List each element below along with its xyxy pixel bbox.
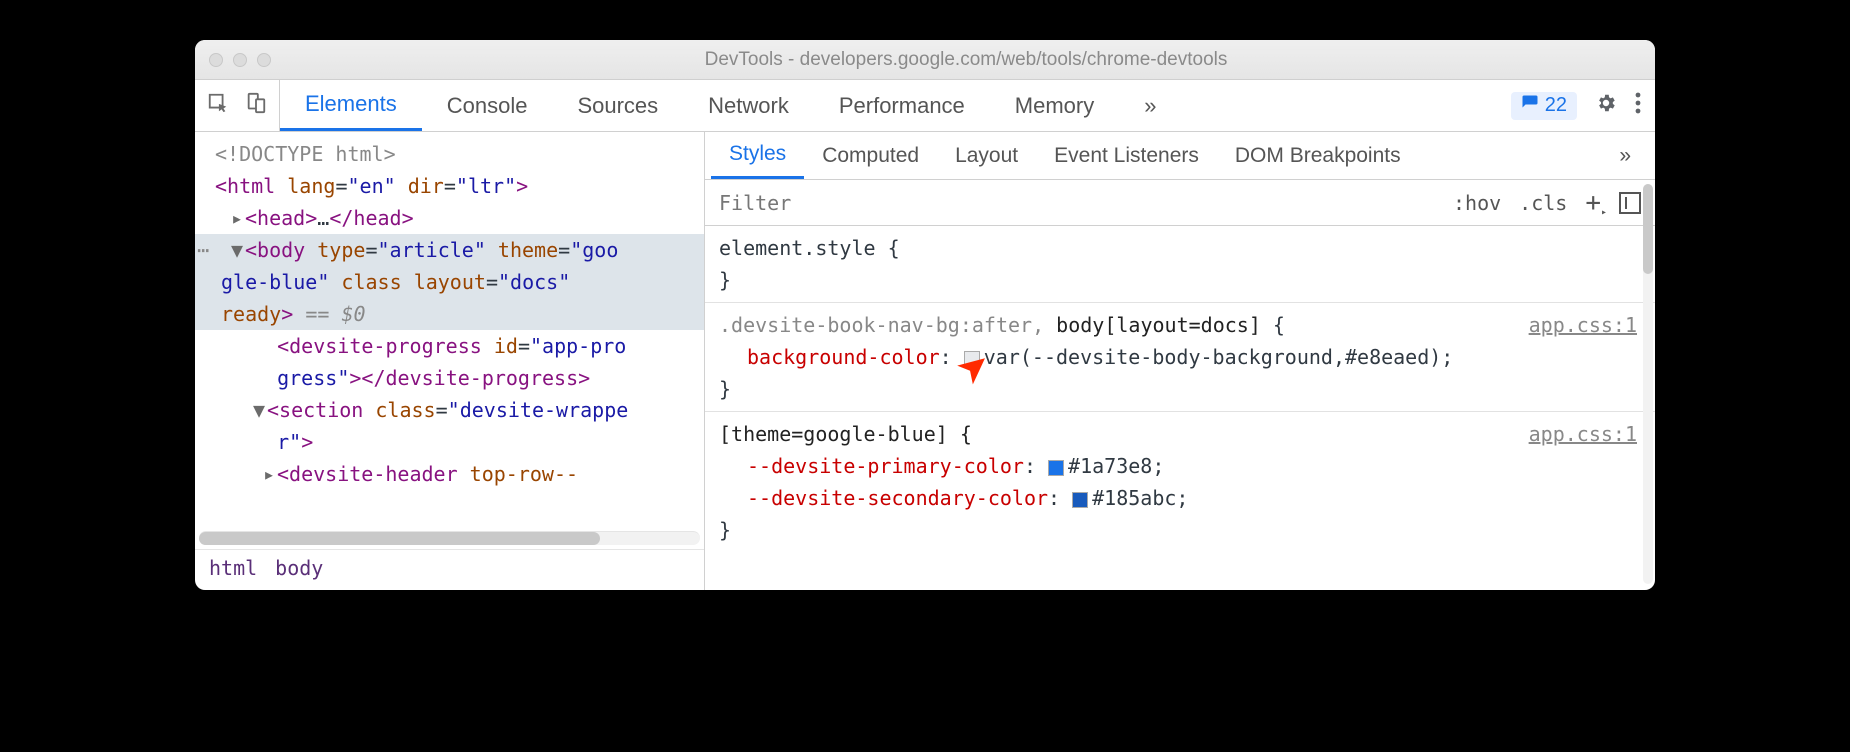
inspect-element-icon[interactable] — [207, 92, 229, 120]
rule-element-style[interactable]: element.style { } — [705, 226, 1655, 303]
doctype-node[interactable]: <!DOCTYPE html> — [215, 142, 396, 166]
close-dot[interactable] — [209, 53, 223, 67]
tab-dom-breakpoints[interactable]: DOM Breakpoints — [1217, 132, 1419, 179]
devsite-header-node[interactable]: ▸<devsite-header top-row-- — [195, 458, 704, 490]
titlebar: DevTools - developers.google.com/web/too… — [195, 40, 1655, 80]
window-traffic-lights[interactable] — [209, 53, 271, 67]
tab-memory[interactable]: Memory — [990, 80, 1119, 131]
elements-tree-pane: <!DOCTYPE html> <html lang="en" dir="ltr… — [195, 132, 705, 590]
breadcrumb-html[interactable]: html — [209, 556, 257, 580]
rule-body-layout-docs[interactable]: app.css:1 .devsite-book-nav-bg:after, bo… — [705, 303, 1655, 412]
body-node-selected-line2[interactable]: gle-blue" class layout="docs" — [195, 266, 704, 298]
section-node[interactable]: ▼<section class="devsite-wrappe — [195, 394, 704, 426]
color-swatch[interactable] — [964, 351, 980, 367]
tab-elements[interactable]: Elements — [280, 80, 422, 131]
styles-tabs: Styles Computed Layout Event Listeners D… — [705, 132, 1655, 180]
main-toolbar: Elements Console Sources Network Perform… — [195, 80, 1655, 132]
styles-vscroll[interactable] — [1643, 184, 1653, 584]
devtools-window: DevTools - developers.google.com/web/too… — [195, 40, 1655, 590]
tab-event-listeners[interactable]: Event Listeners — [1036, 132, 1217, 179]
window-title: DevTools - developers.google.com/web/too… — [291, 49, 1641, 71]
tab-sources[interactable]: Sources — [552, 80, 683, 131]
device-toggle-icon[interactable] — [245, 92, 267, 120]
styles-filter-input[interactable]: Filter — [705, 191, 1439, 215]
toggle-sidebar-icon[interactable] — [1619, 192, 1641, 214]
source-link[interactable]: app.css:1 — [1529, 309, 1637, 341]
tab-layout[interactable]: Layout — [937, 132, 1036, 179]
zoom-dot[interactable] — [257, 53, 271, 67]
new-style-rule-icon[interactable]: + — [1585, 190, 1601, 216]
tab-styles[interactable]: Styles — [711, 132, 804, 179]
html-node[interactable]: <html lang="en" dir="ltr"> — [195, 170, 704, 202]
source-link[interactable]: app.css:1 — [1529, 418, 1637, 450]
body-node-selected[interactable]: ⋯▼<body type="article" theme="goo — [195, 234, 704, 266]
devsite-progress-node-l2[interactable]: gress"></devsite-progress> — [195, 362, 704, 394]
devsite-progress-node[interactable]: <devsite-progress id="app-pro — [195, 330, 704, 362]
tab-console[interactable]: Console — [422, 80, 553, 131]
settings-icon[interactable] — [1595, 92, 1617, 120]
head-node[interactable]: ▸<head>…</head> — [195, 202, 704, 234]
cls-toggle[interactable]: .cls — [1519, 191, 1567, 215]
minimize-dot[interactable] — [233, 53, 247, 67]
style-rules: element.style { } app.css:1 .devsite-boo… — [705, 226, 1655, 552]
dom-tree[interactable]: <!DOCTYPE html> <html lang="en" dir="ltr… — [195, 132, 704, 531]
styles-tabs-overflow-icon[interactable]: » — [1601, 132, 1649, 179]
color-swatch[interactable] — [1048, 460, 1064, 476]
issues-icon — [1521, 94, 1539, 118]
color-swatch[interactable] — [1072, 492, 1088, 508]
menu-kebab-icon[interactable] — [1635, 92, 1641, 120]
section-node-l2[interactable]: r"> — [195, 426, 704, 458]
issues-count: 22 — [1545, 94, 1567, 117]
rule-theme-google-blue[interactable]: app.css:1 [theme=google-blue] { --devsit… — [705, 412, 1655, 552]
breadcrumb-body[interactable]: body — [275, 556, 323, 580]
issues-badge[interactable]: 22 — [1511, 92, 1577, 120]
styles-filter-row: Filter :hov .cls + — [705, 180, 1655, 226]
dom-hscroll[interactable] — [199, 531, 700, 545]
styles-pane: Styles Computed Layout Event Listeners D… — [705, 132, 1655, 590]
main-tabs: Elements Console Sources Network Perform… — [280, 80, 1182, 131]
hov-toggle[interactable]: :hov — [1453, 191, 1501, 215]
tab-computed[interactable]: Computed — [804, 132, 937, 179]
tab-performance[interactable]: Performance — [814, 80, 990, 131]
tabs-overflow-icon[interactable]: » — [1119, 80, 1181, 131]
tab-network[interactable]: Network — [683, 80, 814, 131]
body-node-selected-line3[interactable]: ready> == $0 — [195, 298, 704, 330]
breadcrumb: html body — [195, 549, 704, 590]
